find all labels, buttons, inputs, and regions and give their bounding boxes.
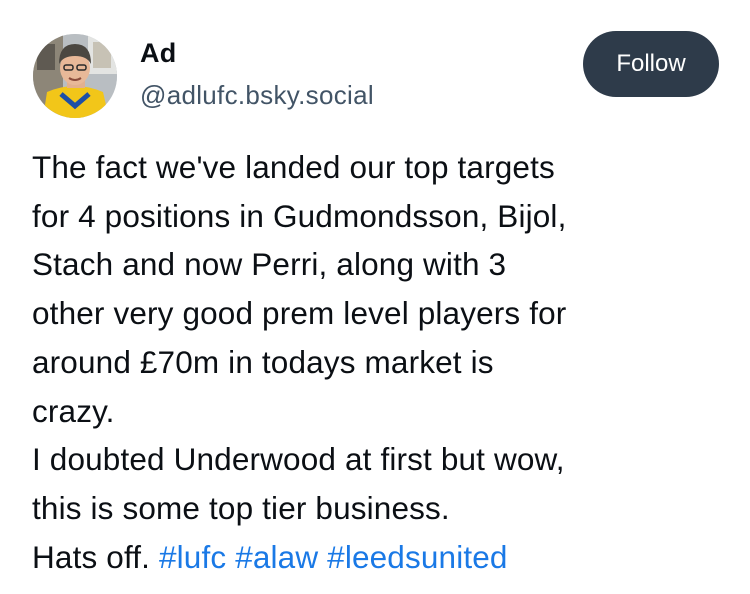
post-text-last-line: Hats off. #lufc #alaw #leedsunited xyxy=(32,533,732,582)
post-text-line: for 4 positions in Gudmondsson, Bijol, xyxy=(32,197,567,234)
post-text: The fact we've landed our top targets fo… xyxy=(32,143,732,581)
hashtag-link[interactable]: #alaw xyxy=(235,539,318,575)
post-text-line: other very good prem level players for xyxy=(32,295,567,332)
avatar[interactable] xyxy=(33,34,117,118)
author-handle[interactable]: @adlufc.bsky.social xyxy=(140,80,374,111)
user-avatar-photo-icon xyxy=(33,34,117,118)
post-text-line: crazy. xyxy=(32,392,115,429)
post-text-line: I doubted Underwood at first but wow, xyxy=(32,441,565,478)
hashtag-link[interactable]: #lufc xyxy=(159,539,226,575)
post-text-line: Stach and now Perri, along with 3 xyxy=(32,246,507,283)
post-text-hats-off: Hats off. xyxy=(32,538,151,575)
hashtag-link[interactable]: #leedsunited xyxy=(327,539,507,575)
post-header: Ad @adlufc.bsky.social Follow xyxy=(30,28,720,120)
post-card: Ad @adlufc.bsky.social Follow The fact w… xyxy=(0,0,750,594)
post-text-line: around £70m in todays market is xyxy=(32,343,494,380)
author-name[interactable]: Ad xyxy=(140,38,176,69)
post-text-line: this is some top tier business. xyxy=(32,489,450,526)
follow-button[interactable]: Follow xyxy=(583,31,719,97)
post-text-line: The fact we've landed our top targets xyxy=(32,149,555,185)
